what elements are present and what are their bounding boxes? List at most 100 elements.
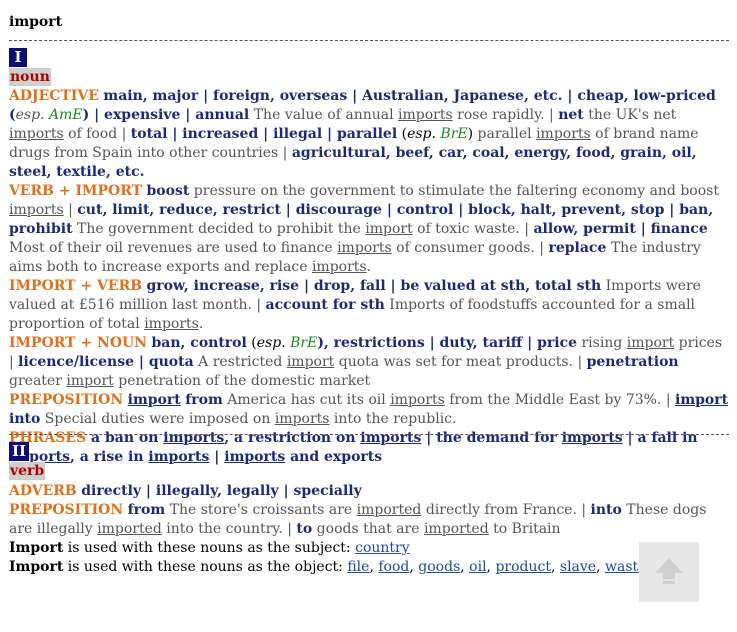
divider: [9, 434, 729, 435]
example: A restricted: [193, 354, 287, 370]
paren: (: [397, 126, 408, 142]
collocate-headword: import: [675, 392, 729, 408]
phrase: and exports: [285, 449, 383, 465]
example: into the country. |: [161, 521, 297, 537]
phrase: | the demand for: [421, 430, 557, 446]
object-noun-link[interactable]: file: [347, 559, 369, 575]
example: the UK's net: [583, 107, 677, 123]
example-headword: imports: [536, 126, 591, 142]
example-headword: imported: [423, 521, 489, 537]
example-headword: import: [66, 373, 114, 389]
paren: (: [246, 335, 257, 351]
subject-nouns-line: Import is used with these nouns as the s…: [9, 539, 729, 558]
example: to Britain: [488, 521, 561, 537]
example: of food |: [63, 126, 131, 142]
phrase: a ban on: [91, 430, 159, 446]
collocates: ) | expensive | annual: [82, 107, 250, 123]
example: quota was set for meat products. |: [334, 354, 587, 370]
phrase-headword: imports: [148, 449, 210, 465]
example-headword: imports: [337, 240, 392, 256]
phrase: | a fall in: [622, 430, 698, 446]
sense-II-entry: ADVERB directly | illegally, legally | s…: [9, 482, 729, 577]
import-verb-section: IMPORT + VERB grow, increase, rise | dro…: [9, 277, 729, 334]
example-headword: imports: [274, 411, 330, 427]
collocates: from: [127, 502, 166, 518]
phrase: , a restriction on: [224, 430, 356, 446]
collocates: into: [590, 502, 622, 518]
section-label: PREPOSITION: [9, 392, 124, 408]
phrase-headword: imports: [224, 449, 286, 465]
example-headword: imports: [390, 392, 445, 408]
collocates: grow, increase, rise | drop, fall | be v…: [146, 278, 602, 294]
sense-number: I: [9, 48, 27, 67]
example: goods that are: [312, 521, 424, 537]
collocates: penetration: [586, 354, 679, 370]
section-label: IMPORT + NOUN: [9, 335, 148, 351]
collocates: ban, control: [151, 335, 247, 351]
object-noun-link[interactable]: slave: [560, 559, 596, 575]
headword: import: [9, 14, 63, 30]
example-headword: imports: [9, 126, 64, 142]
region-label: AmE: [48, 107, 83, 123]
section-label: ADJECTIVE: [9, 88, 99, 104]
collocates: total | increased | illegal | parallel: [130, 126, 398, 142]
collocates: replace: [548, 240, 607, 256]
example-headword: imported: [356, 502, 422, 518]
example-headword: imports: [398, 107, 453, 123]
subject-noun-link[interactable]: country: [355, 540, 410, 556]
divider: [9, 40, 729, 41]
back-to-top-button[interactable]: [639, 542, 699, 602]
example-headword: import: [286, 354, 335, 370]
object-noun-link[interactable]: product: [495, 559, 551, 575]
example: of toxic waste. |: [412, 221, 534, 237]
region-label: BrE: [440, 126, 468, 142]
phrase: |: [209, 449, 225, 465]
object-noun-link[interactable]: oil: [469, 559, 486, 575]
collocates: directly | illegally, legally | speciall…: [81, 483, 362, 499]
adjective-section: ADJECTIVE main, major | foreign, oversea…: [9, 87, 729, 182]
section-label: PREPOSITION: [9, 502, 124, 518]
object-noun-link[interactable]: food: [378, 559, 409, 575]
section-label: VERB + IMPORT: [9, 183, 143, 199]
example: .: [198, 316, 204, 332]
example: from the Middle East by 73%. |: [444, 392, 675, 408]
example: of consumer goods. |: [391, 240, 549, 256]
part-of-speech: noun: [9, 68, 51, 86]
section-label: IMPORT + VERB: [9, 278, 143, 294]
collocates: account for sth: [265, 297, 385, 313]
example: .: [366, 259, 372, 275]
subject-text: is used with these nouns as the subject:: [63, 540, 356, 556]
part-of-speech: verb: [9, 462, 46, 480]
example-headword: import: [365, 221, 413, 237]
sense-number: II: [9, 442, 29, 461]
collocates: boost: [146, 183, 190, 199]
example: The government decided to prohibit the: [72, 221, 366, 237]
object-nouns-line: Import is used with these nouns as the o…: [9, 559, 647, 575]
preposition-section: PREPOSITION import from America has cut …: [9, 391, 729, 429]
collocates: licence/license | quota: [18, 354, 194, 370]
example-headword: imports: [144, 316, 199, 332]
example: Special duties were imposed on: [40, 411, 275, 427]
phrase: , a rise in: [69, 449, 144, 465]
example: parallel: [473, 126, 537, 142]
example-headword: imports: [9, 202, 64, 218]
collocates: ), restrictions | duty, tariff | price: [317, 335, 578, 351]
collocates: from: [185, 392, 223, 408]
example: Most of their oil revenues are used to f…: [9, 240, 338, 256]
example: The store's croissants are: [165, 502, 357, 518]
phrase-headword: imports: [360, 430, 422, 446]
sense-I-entry: ADJECTIVE main, major | foreign, oversea…: [9, 87, 729, 467]
collocate-headword: import: [127, 392, 181, 408]
usage-note: esp.: [407, 126, 436, 142]
usage-note: esp.: [256, 335, 286, 351]
subject-word: Import: [9, 540, 64, 556]
usage-note: esp.: [15, 107, 45, 123]
phrase-headword: imports: [163, 430, 225, 446]
collocates: net: [558, 107, 584, 123]
example: pressure on the government to stimulate …: [189, 183, 719, 199]
example: |: [63, 202, 78, 218]
section-label: ADVERB: [9, 483, 77, 499]
object-noun-link[interactable]: goods: [418, 559, 460, 575]
example-headword: imported: [97, 521, 162, 537]
preposition-section: PREPOSITION from The store's croissants …: [9, 501, 729, 539]
